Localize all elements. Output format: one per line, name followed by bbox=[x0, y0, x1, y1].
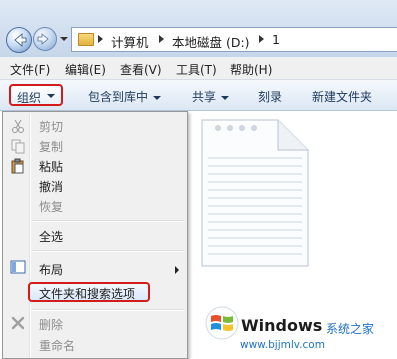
menu-item-redo: 恢复 bbox=[39, 200, 64, 214]
breadcrumb-separator-icon[interactable] bbox=[98, 35, 103, 43]
scissors-icon bbox=[12, 119, 24, 133]
breadcrumb-folder-1[interactable]: 1 bbox=[272, 32, 280, 47]
organize-menu: 剪切 复制 粘贴 撤消 恢复 全选 布局 文件夹和搜索选项 删除 重命名 bbox=[2, 111, 188, 359]
menu-item-delete: 删除 bbox=[39, 318, 64, 332]
chevron-down-icon bbox=[221, 95, 230, 100]
document-file-icon[interactable] bbox=[200, 118, 310, 268]
menu-gutter bbox=[29, 114, 31, 358]
layout-icon bbox=[10, 260, 26, 274]
breadcrumb-computer[interactable]: 计算机 bbox=[111, 32, 149, 51]
windows-logo-icon bbox=[205, 306, 239, 340]
forward-arrow-icon bbox=[37, 33, 49, 45]
menu-item-select-all[interactable]: 全选 bbox=[39, 228, 63, 245]
menu-help[interactable]: 帮助(H) bbox=[230, 61, 272, 78]
back-arrow-icon bbox=[14, 33, 27, 47]
folder-and-search-options-label: 文件夹和搜索选项 bbox=[39, 287, 136, 301]
menu-item-cut: 剪切 bbox=[39, 120, 64, 134]
include-in-library-button[interactable]: 包含到库中 bbox=[88, 88, 162, 105]
watermark-url: www.bjjmlv.com bbox=[240, 339, 325, 351]
forward-button[interactable] bbox=[33, 27, 57, 51]
breadcrumb-separator-icon[interactable] bbox=[159, 35, 164, 43]
copy-icon bbox=[11, 139, 25, 154]
menu-tools[interactable]: 工具(T) bbox=[176, 61, 217, 78]
breadcrumb-local-disk[interactable]: 本地磁盘 (D:) bbox=[172, 32, 250, 51]
new-folder-button[interactable]: 新建文件夹 bbox=[312, 88, 372, 105]
breadcrumb-separator-icon[interactable] bbox=[259, 35, 264, 43]
folder-icon bbox=[78, 33, 94, 46]
chevron-down-icon bbox=[47, 94, 55, 98]
menu-separator bbox=[32, 220, 184, 222]
menu-separator bbox=[32, 309, 184, 311]
back-button[interactable] bbox=[6, 27, 32, 53]
menu-item-paste[interactable]: 粘贴 bbox=[39, 158, 63, 175]
address-bar: 计算机 本地磁盘 (D:) 1 bbox=[0, 0, 397, 57]
watermark-title: Windows bbox=[241, 316, 323, 335]
organize-label: 组织 bbox=[17, 91, 42, 105]
recent-pages-dropdown-icon[interactable] bbox=[60, 37, 68, 41]
menu-edit[interactable]: 编辑(E) bbox=[65, 61, 106, 78]
menu-item-layout[interactable]: 布局 bbox=[39, 261, 63, 278]
organize-button[interactable]: 组织 bbox=[9, 84, 63, 106]
paste-icon bbox=[11, 158, 24, 174]
share-label: 共享 bbox=[192, 90, 217, 104]
watermark-site-name: 系统之家 bbox=[326, 322, 375, 336]
share-button[interactable]: 共享 bbox=[192, 88, 230, 105]
menu-separator bbox=[32, 250, 184, 252]
submenu-arrow-icon bbox=[175, 266, 179, 274]
menu-item-copy: 复制 bbox=[39, 140, 64, 154]
menu-view[interactable]: 查看(V) bbox=[120, 61, 162, 78]
chevron-down-icon bbox=[153, 95, 162, 100]
menu-file[interactable]: 文件(F) bbox=[10, 61, 50, 78]
menu-bar: 文件(F) 编辑(E) 查看(V) 工具(T) 帮助(H) bbox=[0, 57, 397, 80]
menu-item-undo[interactable]: 撤消 bbox=[39, 178, 63, 195]
include-in-library-label: 包含到库中 bbox=[88, 90, 149, 104]
burn-button[interactable]: 刻录 bbox=[258, 88, 282, 105]
menu-item-rename: 重命名 bbox=[39, 339, 76, 353]
menu-item-folder-and-search-options[interactable]: 文件夹和搜索选项 bbox=[28, 282, 150, 302]
address-field[interactable]: 计算机 本地磁盘 (D:) 1 bbox=[71, 27, 397, 52]
delete-x-icon bbox=[11, 316, 25, 330]
